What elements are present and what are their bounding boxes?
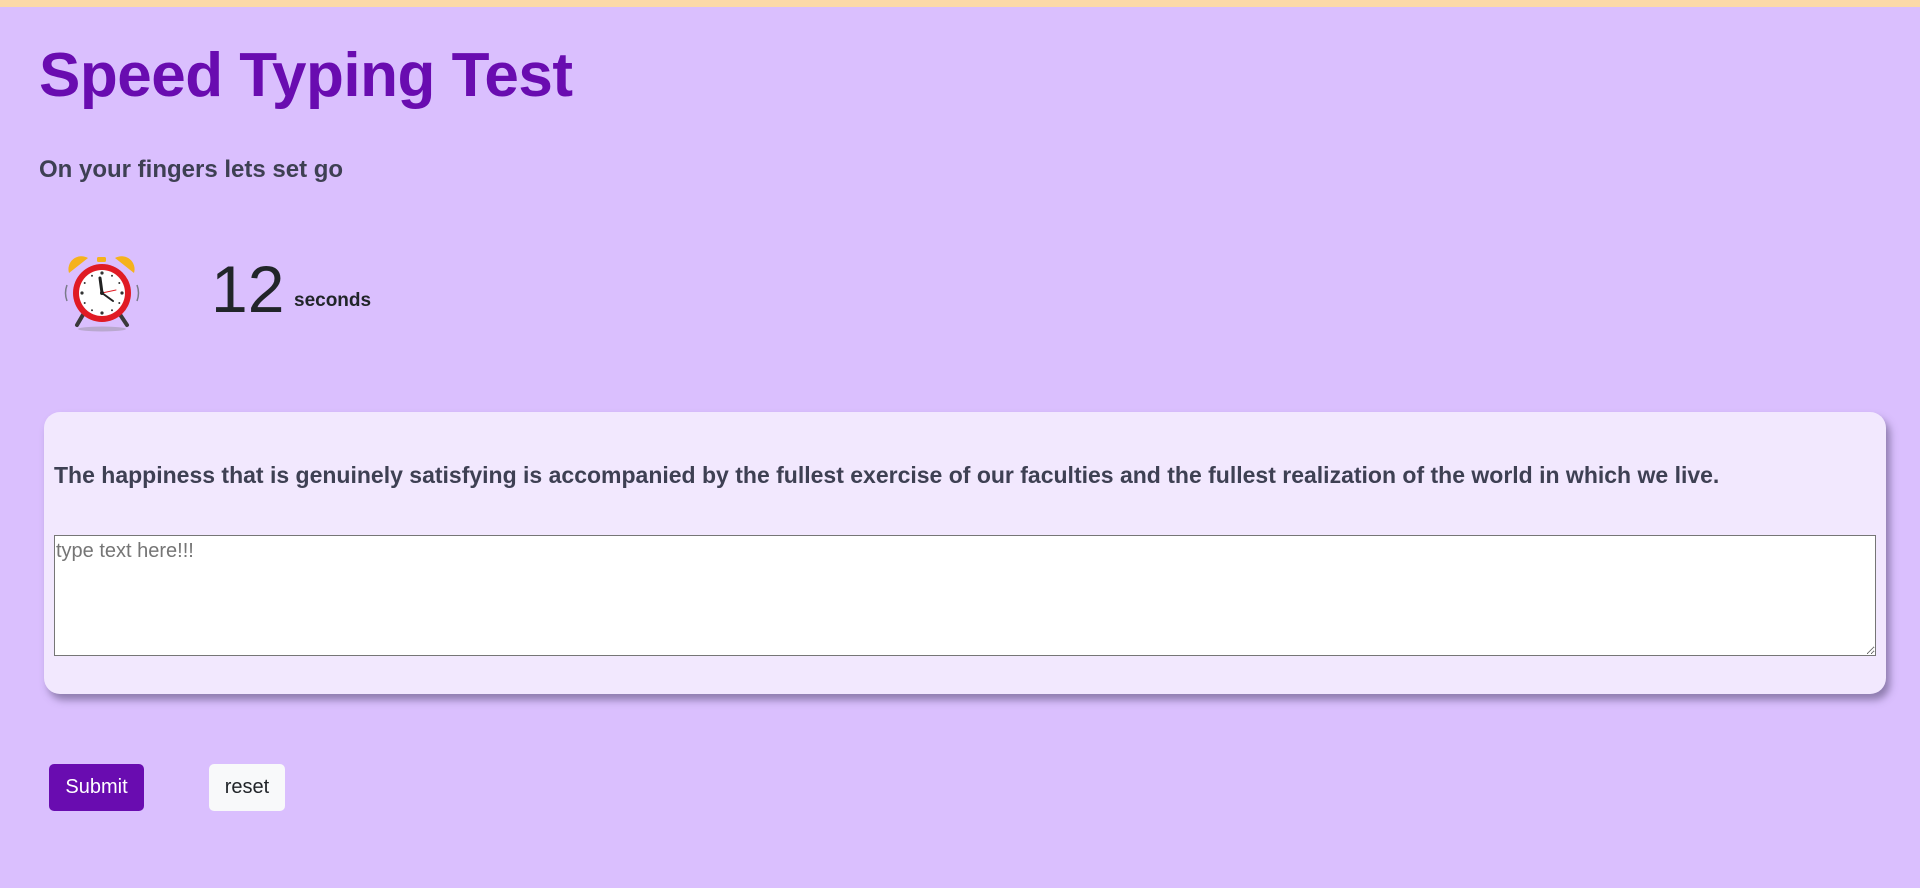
reset-button[interactable]: reset [209,764,285,811]
page-subtitle: On your fingers lets set go [39,156,344,183]
alarm-clock-icon [64,256,140,332]
top-accent-strip [0,0,1920,7]
timer-unit-label: seconds [294,290,372,311]
quote-text: The happiness that is genuinely satisfyi… [54,462,1720,488]
timer-value: 12 [211,252,285,326]
submit-button[interactable]: Submit [49,764,144,811]
typing-input[interactable] [54,535,1876,656]
timer-section: 12 seconds [39,245,639,335]
quote-card: The happiness that is genuinely satisfyi… [44,412,1886,694]
page-title: Speed Typing Test [39,41,573,110]
